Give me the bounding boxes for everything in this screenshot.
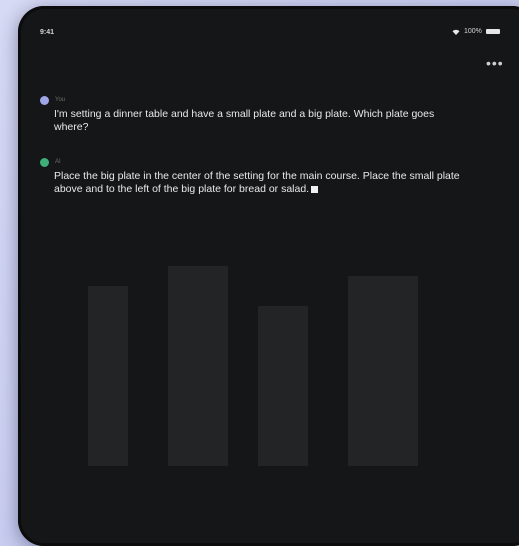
status-time: 9:41	[40, 29, 55, 36]
chat-thread: You I'm setting a dinner table and have …	[40, 94, 470, 218]
background-illustration	[88, 266, 418, 466]
user-avatar	[40, 95, 49, 105]
message-text: I'm setting a dinner table and have a sm…	[54, 108, 435, 133]
assistant-message: AI Place the big plate in the center of …	[40, 156, 470, 196]
wifi-icon	[452, 29, 460, 35]
assistant-avatar	[40, 157, 49, 167]
user-message: You I'm setting a dinner table and have …	[40, 94, 470, 134]
typing-cursor	[311, 186, 319, 193]
battery-icon	[485, 29, 500, 34]
message-text: Place the big plate in the center of the…	[54, 170, 460, 195]
tablet-screen: 9:41 100% ••• You I'm setting a dinner t…	[18, 6, 519, 546]
message-author: You	[55, 97, 66, 103]
status-bar: 9:41 100%	[18, 6, 519, 36]
message-header: You	[40, 94, 470, 106]
message-text-container: Place the big plate in the center of the…	[54, 170, 470, 196]
battery-percent: 100%	[464, 28, 482, 35]
message-author: AI	[55, 159, 61, 165]
message-header: AI	[40, 156, 470, 168]
status-indicators: 100%	[452, 28, 500, 35]
more-options-button[interactable]: •••	[486, 56, 504, 70]
